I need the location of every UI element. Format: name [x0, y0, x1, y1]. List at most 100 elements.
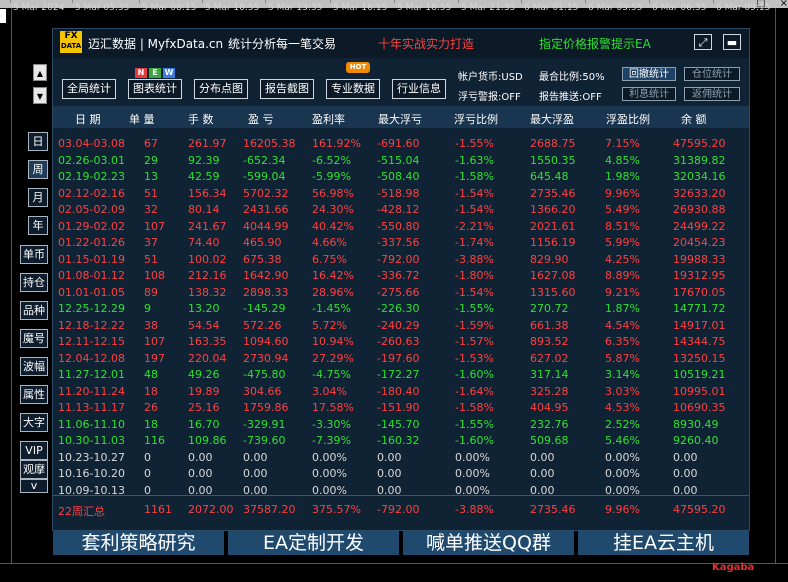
row-profit-rate: 3.04% [312, 384, 347, 398]
row-balance: 10995.01 [673, 384, 726, 398]
scroll-down-icon[interactable]: ▼ [33, 87, 47, 104]
row-orders: 0 [144, 450, 151, 464]
distribution-plot-button[interactable]: 分布点图 [194, 79, 248, 99]
report-push-status[interactable]: 报告推送:OFF [539, 88, 602, 103]
banner-ea-cloud-host[interactable]: 挂EA云主机 [578, 531, 749, 555]
filter-attribute-button[interactable]: 属性 [20, 385, 48, 404]
row-drawdown-ratio: -1.60% [455, 368, 494, 381]
row-floating-ratio: 6.35% [605, 335, 640, 348]
row-date: 01.01-01.05 [58, 285, 125, 299]
row-max-floating-profit: 1550.35 [530, 153, 576, 167]
period-day-button[interactable]: 日 [28, 132, 48, 151]
row-floating-ratio: 3.03% [605, 384, 640, 398]
tagline-red[interactable]: 十年实战实力打造 [378, 35, 474, 52]
row-profit-rate: 16.42% [312, 269, 354, 282]
rebate-stats-button[interactable]: 返佣统计 [684, 87, 740, 101]
row-profit-rate: 0.00% [312, 450, 347, 464]
row-balance: 32633.20 [673, 186, 726, 200]
filter-positions-button[interactable]: 持仓 [20, 273, 48, 292]
period-month-button[interactable]: 月 [28, 188, 48, 207]
row-date: 02.19-02.23 [58, 170, 125, 183]
row-date: 10.16-10.20 [58, 467, 125, 480]
banner-signal-qq-group[interactable]: 喊单推送QQ群 [403, 531, 578, 555]
row-orders: 13 [144, 170, 158, 183]
row-floating-ratio: 1.98% [605, 170, 640, 183]
table-row: 01.22-01.26 37 74.40 465.90 4.66% -337.56 -1.7… [53, 235, 749, 251]
row-floating-ratio: 4.25% [605, 252, 640, 266]
row-max-drawdown: 0.00 [377, 450, 402, 464]
table-row: 10.16-10.20 0 0.00 0.00 0.00% 0.00 0.00% 0.00 0.… [53, 466, 749, 482]
col-lots-header: 手 数 [188, 113, 214, 126]
col-balance-header: 余 额 [681, 113, 707, 126]
row-date: 11.20-11.24 [58, 384, 125, 398]
row-max-drawdown: -240.29 [377, 318, 420, 332]
scroll-up-icon[interactable]: ▲ [33, 64, 47, 81]
period-year-button[interactable]: 年 [28, 216, 48, 235]
row-max-drawdown: 0.00 [377, 467, 402, 480]
table-row: 01.08-01.12 108 212.16 1642.90 16.42% -336.72… [53, 268, 749, 284]
minimize-panel-icon[interactable]: ▬ [723, 34, 741, 50]
row-max-drawdown: -197.60 [377, 351, 420, 365]
row-profit-rate: 6.75% [312, 252, 347, 266]
time-tick: 5 Mar 16:15 [329, 0, 388, 13]
row-orders: 107 [144, 335, 165, 348]
filter-magic-button[interactable]: 魔号 [20, 329, 48, 348]
period-week-button[interactable]: 周 [28, 160, 48, 179]
position-stats-button[interactable]: 仓位统计 [684, 67, 740, 81]
row-lots: 16.70 [188, 417, 220, 431]
row-max-floating-profit: 0.00 [530, 450, 555, 464]
row-pnl: 465.90 [243, 236, 282, 249]
row-floating-ratio: 5.49% [605, 203, 640, 216]
row-floating-ratio: 1.87% [605, 302, 640, 315]
row-drawdown-ratio: -1.54% [455, 203, 494, 216]
interest-stats-button[interactable]: 利息统计 [622, 87, 676, 101]
chart-stats-button[interactable]: 图表统计 [128, 79, 182, 99]
time-tick: 5 Mar 05:35 [71, 0, 130, 13]
row-max-floating-profit: 1366.20 [530, 203, 576, 216]
row-max-floating-profit: 232.76 [530, 417, 569, 431]
row-pnl: -739.60 [243, 434, 286, 447]
row-drawdown-ratio: 0.00% [455, 467, 490, 480]
banner-ea-development[interactable]: EA定制开发 [228, 531, 403, 555]
industry-info-button[interactable]: 行业信息 [392, 79, 446, 99]
table-row: 12.04-12.08 197 220.04 2730.94 27.29% -197.60… [53, 351, 749, 367]
row-date: 01.29-02.02 [58, 219, 125, 233]
large-font-button[interactable]: 大字 [20, 413, 48, 432]
row-balance: 14917.01 [673, 318, 726, 332]
vip-button[interactable]: VIP [20, 441, 48, 460]
row-lots: 25.16 [188, 401, 220, 414]
new-badge-n: N [135, 68, 147, 78]
global-stats-button[interactable]: 全局统计 [62, 79, 116, 99]
float-alert-status[interactable]: 浮亏警报:OFF [458, 88, 521, 103]
close-window-icon[interactable]: × [780, 0, 788, 9]
collapse-icon[interactable]: v [20, 479, 48, 493]
row-orders: 89 [144, 285, 158, 299]
summary-orders: 1161 [144, 503, 172, 516]
row-orders: 108 [144, 269, 165, 282]
resize-icon[interactable]: ⤢ [694, 34, 712, 50]
banner-arbitrage-strategy[interactable]: 套利策略研究 [53, 531, 228, 555]
row-date: 01.22-01.26 [58, 236, 125, 249]
observe-button[interactable]: 观摩 [20, 460, 48, 479]
col-max-floating-profit-header: 最大浮盈 [530, 113, 574, 126]
row-date: 02.05-02.09 [58, 203, 125, 216]
row-profit-rate: 4.66% [312, 236, 347, 249]
row-lots: 19.89 [188, 384, 220, 398]
filter-symbol-button[interactable]: 品种 [20, 301, 48, 320]
withdraw-stats-button[interactable]: 回撤统计 [622, 67, 676, 81]
filter-single-currency-button[interactable]: 单币 [20, 245, 48, 264]
row-max-floating-profit: 270.72 [530, 302, 569, 315]
report-screenshot-button[interactable]: 报告截图 [260, 79, 314, 99]
row-max-floating-profit: 2688.75 [530, 137, 576, 150]
tagline-green-link[interactable]: 指定价格报警提示EA [539, 35, 651, 52]
row-lots: 49.26 [188, 368, 220, 381]
row-drawdown-ratio: -1.55% [455, 137, 494, 150]
row-drawdown-ratio: -3.88% [455, 252, 494, 266]
row-balance: 47595.20 [673, 137, 726, 150]
row-max-drawdown: -550.80 [377, 219, 420, 233]
filter-volatility-button[interactable]: 波幅 [20, 357, 48, 376]
row-balance: 14344.75 [673, 335, 726, 348]
row-max-drawdown: -428.12 [377, 203, 420, 216]
pro-data-button[interactable]: 专业数据 [326, 79, 380, 99]
row-date: 11.27-12.01 [58, 368, 125, 381]
